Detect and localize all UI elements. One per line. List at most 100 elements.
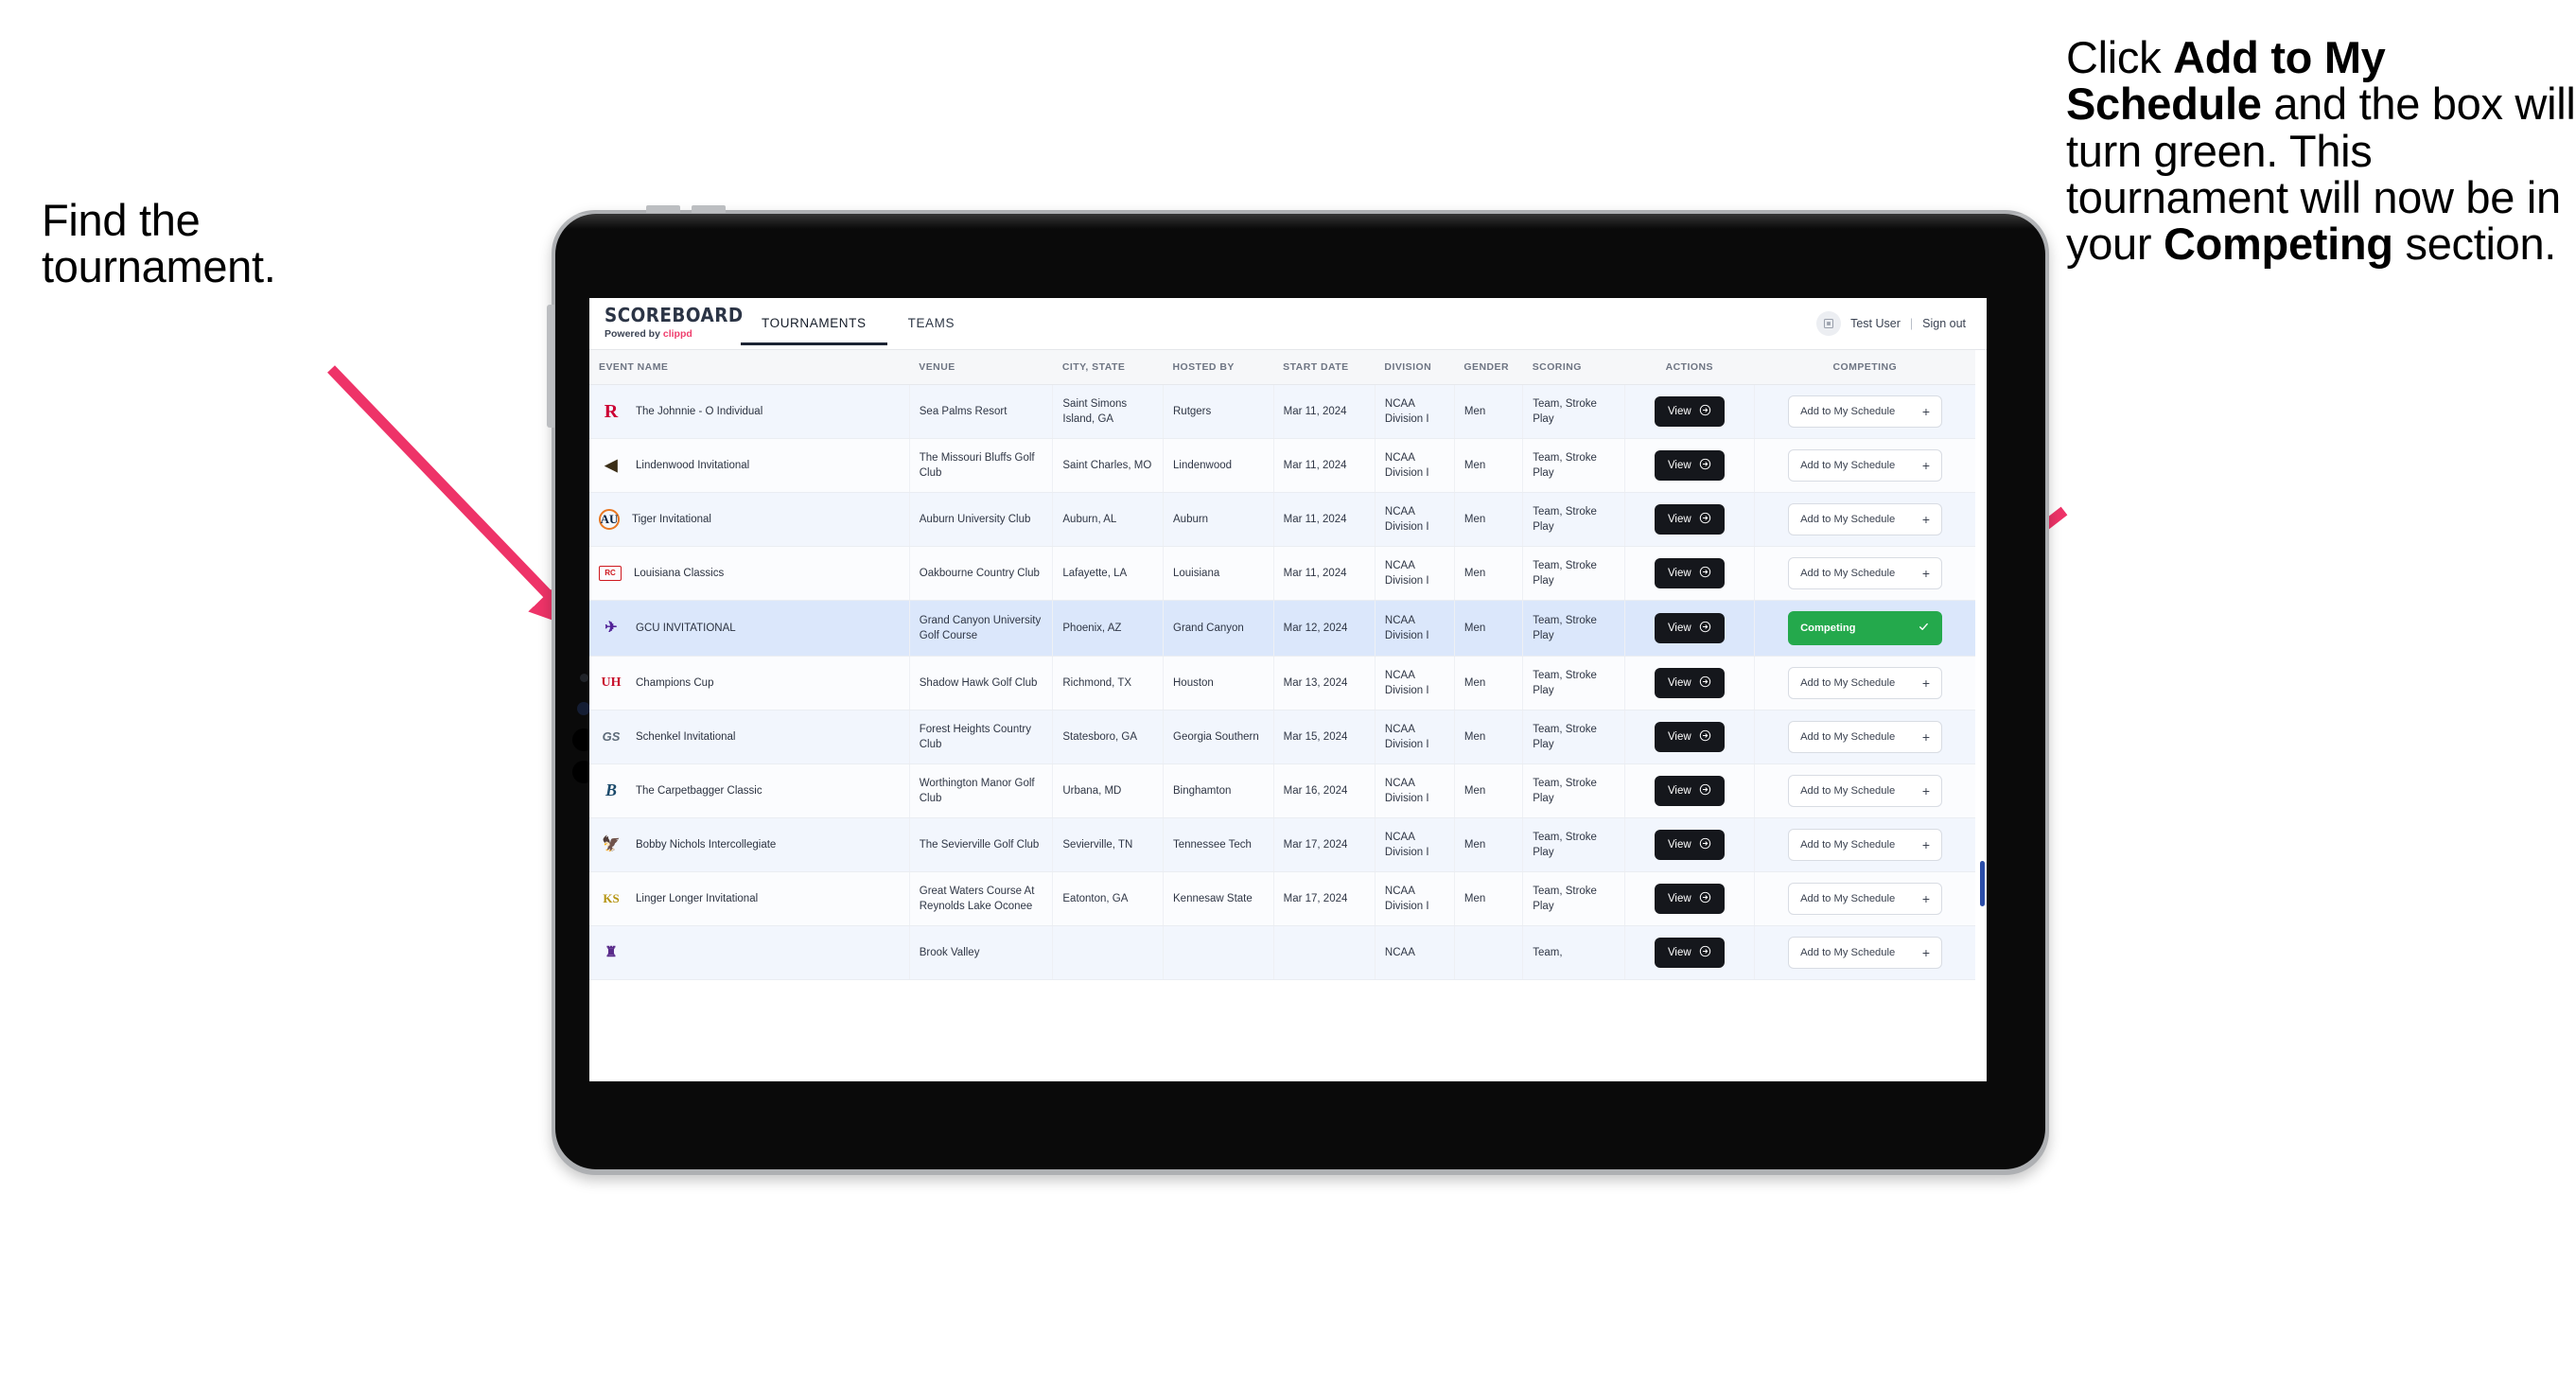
add-to-my-schedule-button[interactable]: Add to My Schedule + (1788, 503, 1943, 535)
cell-event-name: KS Linger Longer Invitational (589, 871, 910, 926)
cell-competing: Add to My Schedule + (1754, 656, 1975, 711)
cell-gender: Men (1454, 656, 1524, 711)
brand-logo[interactable]: SCOREBOARD Powered by clippd (589, 298, 744, 349)
volume-down-button[interactable] (692, 205, 726, 213)
table-row[interactable]: UH Champions Cup Shadow Hawk Golf Club Rich… (589, 656, 1975, 711)
add-to-my-schedule-label: Add to My Schedule (1800, 677, 1896, 689)
arrow-right-circle-icon (1699, 783, 1711, 798)
table-row[interactable]: 🦅 Bobby Nichols Intercollegiate The Sevier… (589, 817, 1975, 872)
cell-competing: Add to My Schedule + (1754, 384, 1975, 439)
add-to-my-schedule-button[interactable]: Add to My Schedule + (1788, 667, 1943, 699)
table-row[interactable]: KS Linger Longer Invitational Great Waters… (589, 871, 1975, 926)
cell-venue: The Missouri Bluffs Golf Club (909, 438, 1054, 493)
plus-icon: + (1921, 837, 1931, 852)
cell-gender: Men (1454, 600, 1524, 657)
houston-logo: UH (601, 675, 622, 691)
view-button-label: View (1667, 406, 1691, 417)
cell-actions: View (1624, 871, 1756, 926)
cell-event-name: ✈ GCU INVITATIONAL (589, 600, 910, 657)
cell-venue: Auburn University Club (909, 492, 1054, 547)
annotation-right-seg-0: Click (2066, 32, 2174, 82)
view-button[interactable]: View (1654, 396, 1725, 427)
account-separator: | (1909, 317, 1914, 330)
tab-teams[interactable]: TEAMS (887, 304, 976, 345)
event-name-label: The Johnnie - O Individual (636, 405, 763, 417)
table-row[interactable]: AU Tiger Invitational Auburn University Cl… (589, 492, 1975, 547)
table-row[interactable]: ✈ GCU INVITATIONAL Grand Canyon University… (589, 600, 1975, 657)
cell-division: NCAA Division I (1375, 656, 1455, 711)
cell-city-state: Lafayette, LA (1052, 546, 1164, 601)
event-name-label: Champions Cup (636, 676, 714, 689)
add-to-my-schedule-button[interactable]: Add to My Schedule + (1788, 775, 1943, 807)
view-button[interactable]: View (1654, 830, 1725, 860)
power-button[interactable] (547, 305, 554, 428)
table-row[interactable]: RC Louisiana Classics Oakbourne Country Cl… (589, 546, 1975, 601)
add-to-my-schedule-button[interactable]: Add to My Schedule + (1788, 721, 1943, 753)
cell-division: NCAA Division I (1375, 710, 1455, 764)
add-to-my-schedule-label: Add to My Schedule (1800, 568, 1896, 579)
view-button[interactable]: View (1654, 668, 1725, 698)
add-to-my-schedule-button[interactable]: Add to My Schedule + (1788, 937, 1943, 969)
cell-city-state: Statesboro, GA (1052, 710, 1164, 764)
cell-hosted-by: Georgia Southern (1163, 710, 1274, 764)
table-row[interactable]: ♜ Brook Valley NCAA Team, View Add to My Sche… (589, 925, 1975, 980)
cell-venue: Brook Valley (909, 925, 1054, 980)
cell-competing: Add to My Schedule + (1754, 925, 1975, 980)
add-to-my-schedule-button[interactable]: Add to My Schedule + (1788, 395, 1943, 428)
cell-venue: Worthington Manor Golf Club (909, 763, 1054, 818)
table-row[interactable]: R The Johnnie - O Individual Sea Palms Res… (589, 384, 1975, 439)
event-name-label: Louisiana Classics (634, 567, 725, 579)
add-to-my-schedule-button[interactable]: Add to My Schedule + (1788, 557, 1943, 589)
view-button[interactable]: View (1654, 450, 1725, 481)
cell-competing: Add to My Schedule + (1754, 438, 1975, 493)
account-area: Test User | Sign out (1816, 298, 1987, 349)
annotation-left-line-1: Find the (42, 195, 201, 245)
user-square-icon[interactable] (1816, 311, 1842, 336)
browser-viewport: SCOREBOARD Powered by clippd TOURNAMENTS… (589, 298, 1987, 1081)
event-name-label: Schenkel Invitational (636, 730, 736, 743)
arrow-right-circle-icon (1699, 729, 1711, 745)
cell-scoring: Team, Stroke Play (1522, 600, 1625, 657)
kennesaw-state-logo: KS (603, 890, 620, 905)
vertical-scrollbar-thumb[interactable] (1980, 861, 1985, 906)
table-row[interactable]: ◀ Lindenwood Invitational The Missouri Blu… (589, 438, 1975, 493)
tournaments-table-scroll[interactable]: EVENT NAME VENUE CITY, STATE HOSTED BY S… (589, 350, 1987, 1081)
competing-button[interactable]: Competing (1788, 611, 1943, 645)
add-to-my-schedule-button[interactable]: Add to My Schedule + (1788, 883, 1943, 915)
cell-actions: View (1624, 656, 1756, 711)
check-icon (1918, 621, 1930, 636)
volume-up-button[interactable] (646, 205, 680, 213)
cell-scoring: Team, Stroke Play (1522, 710, 1625, 764)
cell-hosted-by: Auburn (1163, 492, 1274, 547)
sign-out-link[interactable]: Sign out (1922, 317, 1966, 330)
plus-icon: + (1921, 566, 1931, 581)
cell-competing: Add to My Schedule + (1754, 710, 1975, 764)
cell-scoring: Team, (1522, 925, 1625, 980)
view-button[interactable]: View (1654, 558, 1725, 588)
annotation-left: Find the tournament. (42, 197, 439, 290)
add-to-my-schedule-button[interactable]: Add to My Schedule + (1788, 449, 1943, 482)
username-label: Test User (1850, 317, 1901, 330)
view-button[interactable]: View (1654, 938, 1725, 968)
table-row[interactable]: B The Carpetbagger Classic Worthington Man… (589, 763, 1975, 818)
cell-division: NCAA Division I (1375, 384, 1455, 439)
cell-division: NCAA Division I (1375, 763, 1455, 818)
brand-name: SCOREBOARD (605, 304, 744, 326)
add-to-my-schedule-button[interactable]: Add to My Schedule + (1788, 829, 1943, 861)
view-button[interactable]: View (1654, 613, 1725, 643)
view-button[interactable]: View (1654, 776, 1725, 806)
view-button[interactable]: View (1654, 722, 1725, 752)
gcu-logo: ✈ (605, 619, 618, 636)
view-button[interactable]: View (1654, 504, 1725, 535)
cell-gender: Men (1454, 384, 1524, 439)
cell-start-date: Mar 11, 2024 (1273, 492, 1376, 547)
view-button[interactable]: View (1654, 884, 1725, 914)
col-venue: VENUE (909, 350, 1053, 385)
cell-venue: Shadow Hawk Golf Club (909, 656, 1054, 711)
brand-tagline: Powered by clippd (605, 328, 733, 340)
cell-event-name: GS Schenkel Invitational (589, 710, 910, 764)
table-row[interactable]: GS Schenkel Invitational Forest Heights Co… (589, 710, 1975, 764)
clippd-wordmark: clippd (662, 328, 692, 340)
tab-tournaments[interactable]: TOURNAMENTS (741, 304, 887, 345)
add-to-my-schedule-label: Add to My Schedule (1800, 460, 1896, 471)
